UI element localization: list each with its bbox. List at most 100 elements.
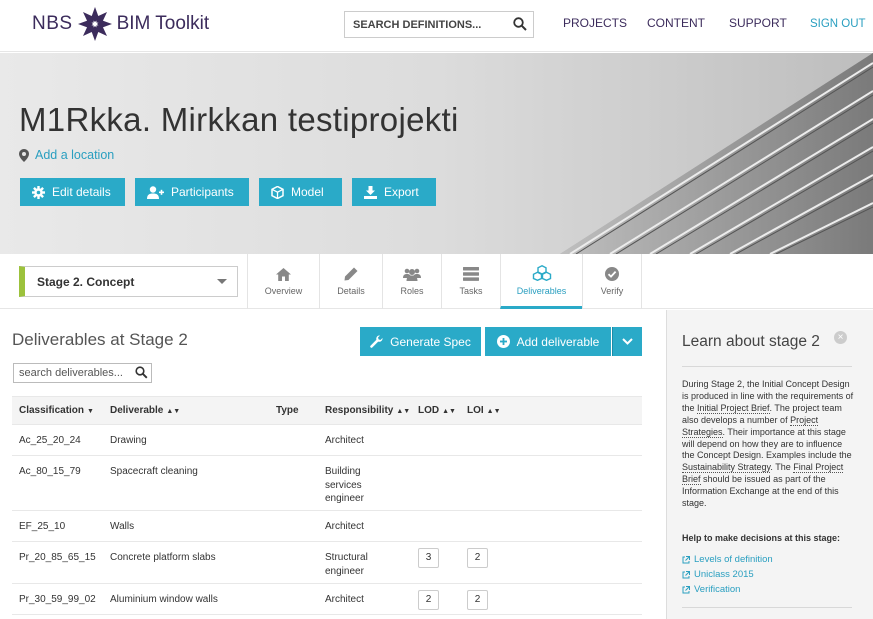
stage-dropdown[interactable]: Stage 2. Concept (19, 266, 238, 297)
close-icon[interactable]: × (834, 331, 847, 344)
tab-deliverables[interactable]: Deliverables (500, 254, 582, 309)
external-link-icon (682, 585, 690, 593)
cell-loi (460, 510, 642, 542)
table-row[interactable]: Pr_30_59_99_02 Aluminium window walls Ar… (12, 583, 642, 615)
deliverables-panel: Deliverables at Stage 2 Generate Spec Ad… (0, 310, 666, 619)
definitions-search-input[interactable] (353, 18, 503, 31)
cell-type (269, 510, 318, 542)
add-deliverable-button[interactable]: Add deliverable (485, 327, 611, 356)
term-initial-project-brief[interactable]: Initial Project Brief (697, 402, 770, 414)
deliverables-title: Deliverables at Stage 2 (12, 330, 188, 349)
loi-badge[interactable]: 2 (467, 590, 488, 610)
deliverables-search-input[interactable] (19, 367, 131, 379)
top-header: NBS BIM Toolkit PROJECTS CONT (0, 0, 873, 52)
nav-sign-out[interactable]: SIGN OUT (810, 18, 866, 30)
tab-details[interactable]: Details (319, 254, 382, 309)
cell-lod (411, 455, 460, 511)
column-lod[interactable]: LOD ▲▼ (411, 396, 460, 425)
add-location-label: Add a location (35, 148, 115, 162)
wrench-icon (370, 335, 383, 348)
logo-text-bim-toolkit: BIM Toolkit (116, 13, 210, 34)
hero-building-graphic (560, 53, 873, 254)
model-label: Model (291, 185, 324, 199)
tab-tasks[interactable]: Tasks (441, 254, 500, 309)
cell-classification: EF_25_10 (12, 510, 103, 542)
chevron-down-icon (622, 338, 633, 345)
link-uniclass-2015[interactable]: Uniclass 2015 (682, 569, 754, 580)
table-row[interactable]: Ac_80_15_79 Spacecraft cleaning Building… (12, 455, 642, 511)
loi-badge[interactable]: 2 (467, 548, 488, 568)
search-icon[interactable] (513, 17, 527, 36)
model-button[interactable]: Model (259, 178, 342, 206)
sidebar-divider (682, 366, 852, 367)
export-label: Export (384, 185, 419, 199)
cell-lod: 2 (411, 583, 460, 615)
column-responsibility[interactable]: Responsibility ▲▼ (318, 396, 411, 425)
nbs-bim-toolkit-logo[interactable]: NBS BIM Toolkit (32, 4, 209, 44)
lod-badge[interactable]: 3 (418, 548, 439, 568)
column-classification[interactable]: Classification ▼ (12, 396, 103, 425)
generate-spec-label: Generate Spec (390, 334, 471, 349)
tasks-list-icon (463, 267, 479, 281)
column-deliverable[interactable]: Deliverable ▲▼ (103, 396, 269, 425)
tab-details-label: Details (337, 286, 365, 296)
tab-deliverables-label: Deliverables (516, 285, 567, 296)
external-link-icon (682, 570, 690, 578)
external-link-icon (682, 555, 690, 563)
table-row[interactable]: Pr_20_85_65_15 Concrete platform slabs S… (12, 541, 642, 584)
logo-star-icon (77, 6, 113, 42)
search-icon[interactable] (135, 366, 148, 384)
link-levels-of-definition[interactable]: Levels of definition (682, 554, 773, 565)
table-row[interactable]: EF_25_10 Walls Architect (12, 510, 642, 542)
add-location-link[interactable]: Add a location (19, 148, 114, 162)
cell-classification: Ac_80_15_79 (12, 455, 103, 511)
column-loi[interactable]: LOI ▲▼ (460, 396, 642, 425)
tab-overview[interactable]: Overview (247, 254, 319, 309)
term-sustainability-strategy[interactable]: Sustainability Strategy (682, 462, 771, 474)
tab-roles[interactable]: Roles (382, 254, 441, 309)
map-pin-icon (19, 148, 29, 162)
add-deliverable-dropdown[interactable] (612, 327, 642, 356)
generate-spec-button[interactable]: Generate Spec (360, 327, 481, 356)
edit-details-button[interactable]: Edit details (20, 178, 125, 206)
sidebar-help-title: Help to make decisions at this stage: (682, 533, 841, 543)
tab-verify[interactable]: Verify (582, 254, 642, 309)
cell-lod: 3 (411, 541, 460, 584)
export-button[interactable]: Export (352, 178, 436, 206)
gear-icon (32, 185, 45, 199)
cell-deliverable: Aluminium window walls (103, 583, 269, 615)
cell-type (269, 424, 318, 456)
link-verification[interactable]: Verification (682, 584, 740, 595)
add-user-icon (147, 185, 164, 199)
cell-classification: Pr_30_59_99_02 (12, 583, 103, 615)
cell-classification: Ac_25_20_24 (12, 424, 103, 456)
nav-content[interactable]: CONTENT (647, 16, 705, 30)
column-type: Type (269, 396, 318, 425)
project-hero: M1Rkka. Mirkkan testiprojekti Add a loca… (0, 53, 873, 254)
stage-tabs-bar: Stage 2. Concept Overview Details Roles … (0, 254, 873, 309)
cell-lod (411, 424, 460, 456)
lod-badge[interactable]: 2 (418, 590, 439, 610)
cell-responsibility: Structural engineer (318, 541, 411, 584)
logo-text-nbs: NBS (32, 13, 73, 34)
cell-loi: 2 (460, 541, 642, 584)
participants-button[interactable]: Participants (135, 178, 249, 206)
cell-type (269, 541, 318, 584)
sidebar-title: Learn about stage 2 (682, 333, 820, 350)
cell-type (269, 583, 318, 615)
cell-classification: Pr_20_85_65_15 (12, 541, 103, 584)
sidebar-description: During Stage 2, the Initial Concept Desi… (682, 379, 854, 509)
cell-loi (460, 455, 642, 511)
tab-roles-label: Roles (400, 285, 424, 296)
cell-loi: 2 (460, 583, 642, 615)
project-title: M1Rkka. Mirkkan testiprojekti (19, 101, 459, 138)
table-row[interactable]: Ac_25_20_24 Drawing Architect (12, 424, 642, 456)
nav-support[interactable]: SUPPORT (729, 16, 787, 30)
cube-icon (271, 185, 284, 199)
pencil-icon (344, 267, 358, 281)
cell-responsibility: Building services engineer (318, 455, 411, 511)
cell-deliverable: Walls (103, 510, 269, 542)
cell-responsibility: Architect (318, 510, 411, 542)
nav-projects[interactable]: PROJECTS (563, 16, 627, 30)
cell-loi (460, 424, 642, 456)
